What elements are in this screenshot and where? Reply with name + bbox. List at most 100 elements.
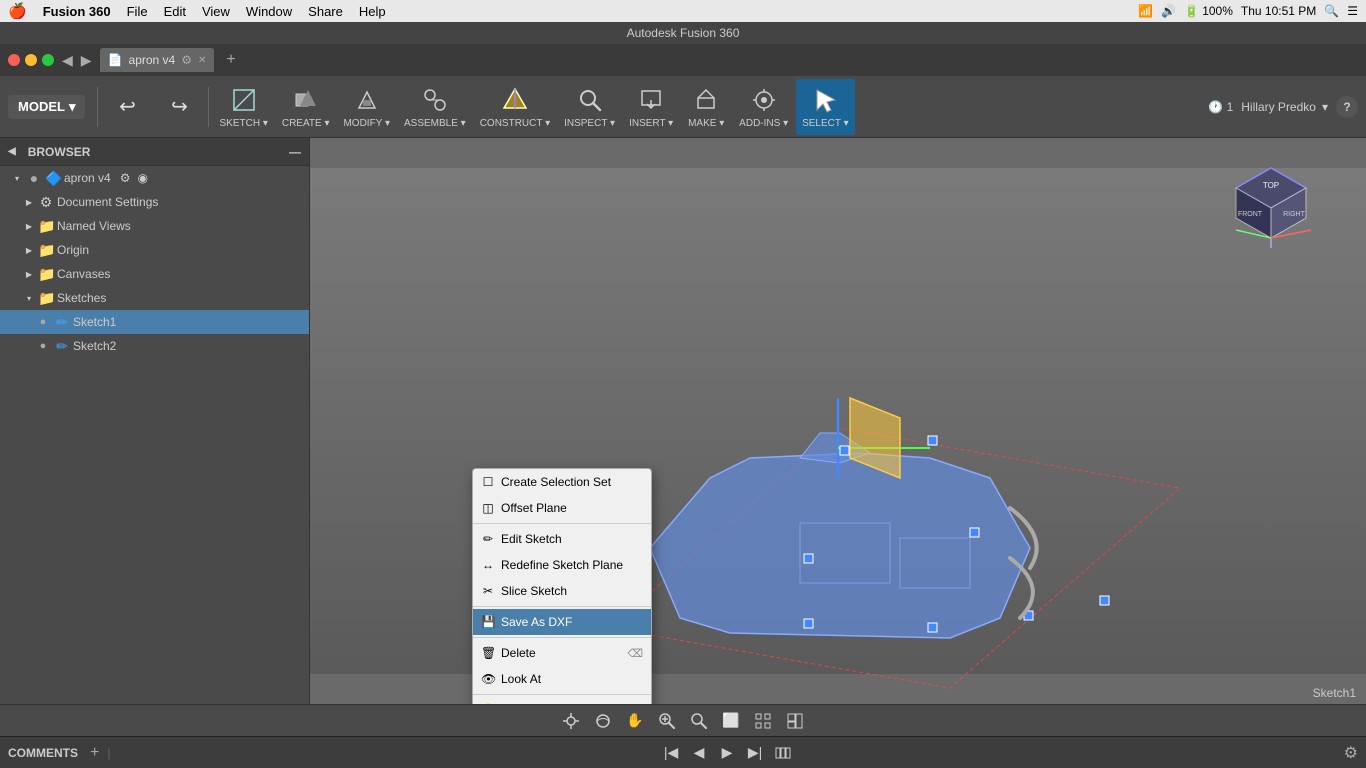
- ctx-redefine-label: Redefine Sketch Plane: [501, 558, 623, 572]
- ctx-offset-plane[interactable]: ◫ Offset Plane: [473, 495, 651, 521]
- nav-back-button[interactable]: ◀: [62, 52, 73, 69]
- insert-group-button[interactable]: INSERT ▾: [623, 79, 679, 135]
- construct-group-button[interactable]: CONSTRUCT ▾: [474, 79, 556, 135]
- main-toolbar: MODEL ▾ ↩ ↪ SKETCH ▾ CREATE ▾ MODIFY ▾ A: [0, 76, 1366, 138]
- tab-apron-v4[interactable]: 📄 apron v4 ⚙ ✕: [100, 48, 215, 72]
- nav-forward-button[interactable]: ▶: [81, 52, 92, 69]
- user-menu-button[interactable]: Hillary Predko ▾: [1241, 100, 1328, 114]
- viewport[interactable]: TOP FRONT RIGHT ☐ Create Selection Set ◫…: [310, 138, 1366, 704]
- tree-arrow-root: ▾: [11, 174, 23, 183]
- orbit-button[interactable]: [589, 709, 617, 733]
- addins-group-button[interactable]: ADD-INS ▾: [733, 79, 794, 135]
- eye-icon[interactable]: ●: [26, 170, 42, 186]
- tree-label-origin: Origin: [57, 243, 89, 257]
- viewport-gizmo[interactable]: TOP FRONT RIGHT: [1226, 158, 1306, 238]
- timeline-next-button[interactable]: ▶|: [743, 741, 767, 765]
- inspect-label: INSPECT ▾: [564, 118, 615, 129]
- tab-close-button[interactable]: ✕: [198, 55, 206, 66]
- move-button[interactable]: [557, 709, 585, 733]
- menu-window[interactable]: Window: [246, 4, 292, 19]
- ctx-edit-sketch[interactable]: ✏ Edit Sketch: [473, 526, 651, 552]
- comments-add-button[interactable]: +: [90, 744, 99, 762]
- search-icon[interactable]: 🔍: [1324, 4, 1339, 18]
- timeline-prev-button[interactable]: ◀: [687, 741, 711, 765]
- model-mode-button[interactable]: MODEL ▾: [8, 95, 85, 119]
- timeline-start-button[interactable]: |◀: [659, 741, 683, 765]
- construct-icon: [499, 84, 531, 116]
- construct-label: CONSTRUCT ▾: [480, 118, 550, 129]
- redefine-icon: ↔: [481, 558, 495, 572]
- tree-item-root[interactable]: ▾ ● 🔷 apron v4 ⚙ ◉: [0, 166, 309, 190]
- toolbar-right: 🕐 1 Hillary Predko ▾ ?: [1208, 96, 1358, 118]
- modify-group-button[interactable]: MODIFY ▾: [337, 79, 396, 135]
- ctx-look-at[interactable]: 👁 Look At: [473, 666, 651, 692]
- create-group-button[interactable]: CREATE ▾: [276, 79, 336, 135]
- visibility-toggle-icon[interactable]: ◉: [137, 171, 147, 185]
- pan-button[interactable]: ✋: [621, 709, 649, 733]
- view-cube-button[interactable]: ⬜: [717, 709, 745, 733]
- grid-button[interactable]: [749, 709, 777, 733]
- new-tab-button[interactable]: +: [226, 51, 235, 69]
- sidebar-tree: ▾ ● 🔷 apron v4 ⚙ ◉ ▶ ⚙ Document Settings…: [0, 166, 309, 704]
- tree-item-canvases[interactable]: ▶ 📁 Canvases: [0, 262, 309, 286]
- edit-sketch-icon: ✏: [481, 532, 495, 546]
- eye-sketch1-icon[interactable]: ●: [35, 316, 51, 328]
- ctx-delete[interactable]: 🗑 Delete ⌫: [473, 640, 651, 666]
- display-settings-button[interactable]: [781, 709, 809, 733]
- apple-logo-icon: 🍎: [8, 2, 27, 20]
- sidebar-pin-button[interactable]: —: [289, 145, 301, 159]
- tree-item-origin[interactable]: ▶ 📁 Origin: [0, 238, 309, 262]
- make-group-button[interactable]: MAKE ▾: [681, 79, 731, 135]
- ctx-save-as-dxf[interactable]: 💾 Save As DXF: [473, 609, 651, 635]
- minimize-window-button[interactable]: [25, 54, 37, 66]
- menu-edit[interactable]: Edit: [164, 4, 186, 19]
- fullscreen-window-button[interactable]: [42, 54, 54, 66]
- undo-button[interactable]: ↩: [102, 79, 152, 135]
- origin-folder-icon: 📁: [38, 242, 54, 259]
- ctx-delete-label: Delete: [501, 646, 536, 660]
- inspect-group-button[interactable]: INSPECT ▾: [558, 79, 621, 135]
- zoom-button[interactable]: [653, 709, 681, 733]
- battery-icon: 🔋 100%: [1184, 4, 1233, 18]
- close-window-button[interactable]: [8, 54, 20, 66]
- ctx-create-selection-set[interactable]: ☐ Create Selection Set: [473, 469, 651, 495]
- menu-icon[interactable]: ☰: [1347, 4, 1358, 18]
- tree-item-doc-settings[interactable]: ▶ ⚙ Document Settings: [0, 190, 309, 214]
- sketch-icon: [228, 84, 260, 116]
- tree-item-sketch1[interactable]: ● ✏ Sketch1: [0, 310, 309, 334]
- menu-view[interactable]: View: [202, 4, 230, 19]
- menu-file[interactable]: File: [127, 4, 148, 19]
- tree-arrow-doc: ▶: [23, 198, 35, 207]
- sidebar-header: ◀ BROWSER —: [0, 138, 309, 166]
- sidebar-collapse-button[interactable]: ◀: [8, 146, 16, 157]
- sketch-group-button[interactable]: SKETCH ▾: [213, 79, 273, 135]
- insert-label: INSERT ▾: [629, 118, 673, 129]
- ctx-offset-plane-label: Offset Plane: [501, 501, 567, 515]
- ctx-hide-profile[interactable]: 💡 Hide Profile: [473, 697, 651, 704]
- tab-settings-icon[interactable]: ⚙: [181, 53, 192, 67]
- fit-button[interactable]: [685, 709, 713, 733]
- settings-folder-icon: ⚙: [38, 194, 54, 211]
- model-label: MODEL: [18, 99, 65, 114]
- tree-item-named-views[interactable]: ▶ 📁 Named Views: [0, 214, 309, 238]
- timeline-settings-button[interactable]: ⚙: [1344, 743, 1358, 763]
- ctx-redefine-sketch-plane[interactable]: ↔ Redefine Sketch Plane: [473, 552, 651, 578]
- timeline-play-button[interactable]: ▶: [715, 741, 739, 765]
- tree-item-sketches[interactable]: ▾ 📁 Sketches: [0, 286, 309, 310]
- ctx-slice-sketch[interactable]: ✂ Slice Sketch: [473, 578, 651, 604]
- sketch2-icon: ✏: [54, 338, 70, 355]
- settings-icon[interactable]: ⚙: [120, 171, 131, 185]
- redo-button[interactable]: ↪: [154, 79, 204, 135]
- svg-text:FRONT: FRONT: [1238, 211, 1263, 218]
- menu-share[interactable]: Share: [308, 4, 343, 19]
- sketch-label-badge: Sketch1: [1313, 686, 1356, 700]
- timeline-thumbnails-button[interactable]: [771, 741, 795, 765]
- eye-sketch2-icon[interactable]: ●: [35, 340, 51, 352]
- tree-item-sketch2[interactable]: ● ✏ Sketch2: [0, 334, 309, 358]
- menu-help[interactable]: Help: [359, 4, 386, 19]
- assemble-group-button[interactable]: ASSEMBLE ▾: [398, 79, 472, 135]
- help-button[interactable]: ?: [1336, 96, 1358, 118]
- tree-label-sketches: Sketches: [57, 291, 106, 305]
- slice-icon: ✂: [481, 584, 495, 598]
- select-group-button[interactable]: SELECT ▾: [796, 79, 855, 135]
